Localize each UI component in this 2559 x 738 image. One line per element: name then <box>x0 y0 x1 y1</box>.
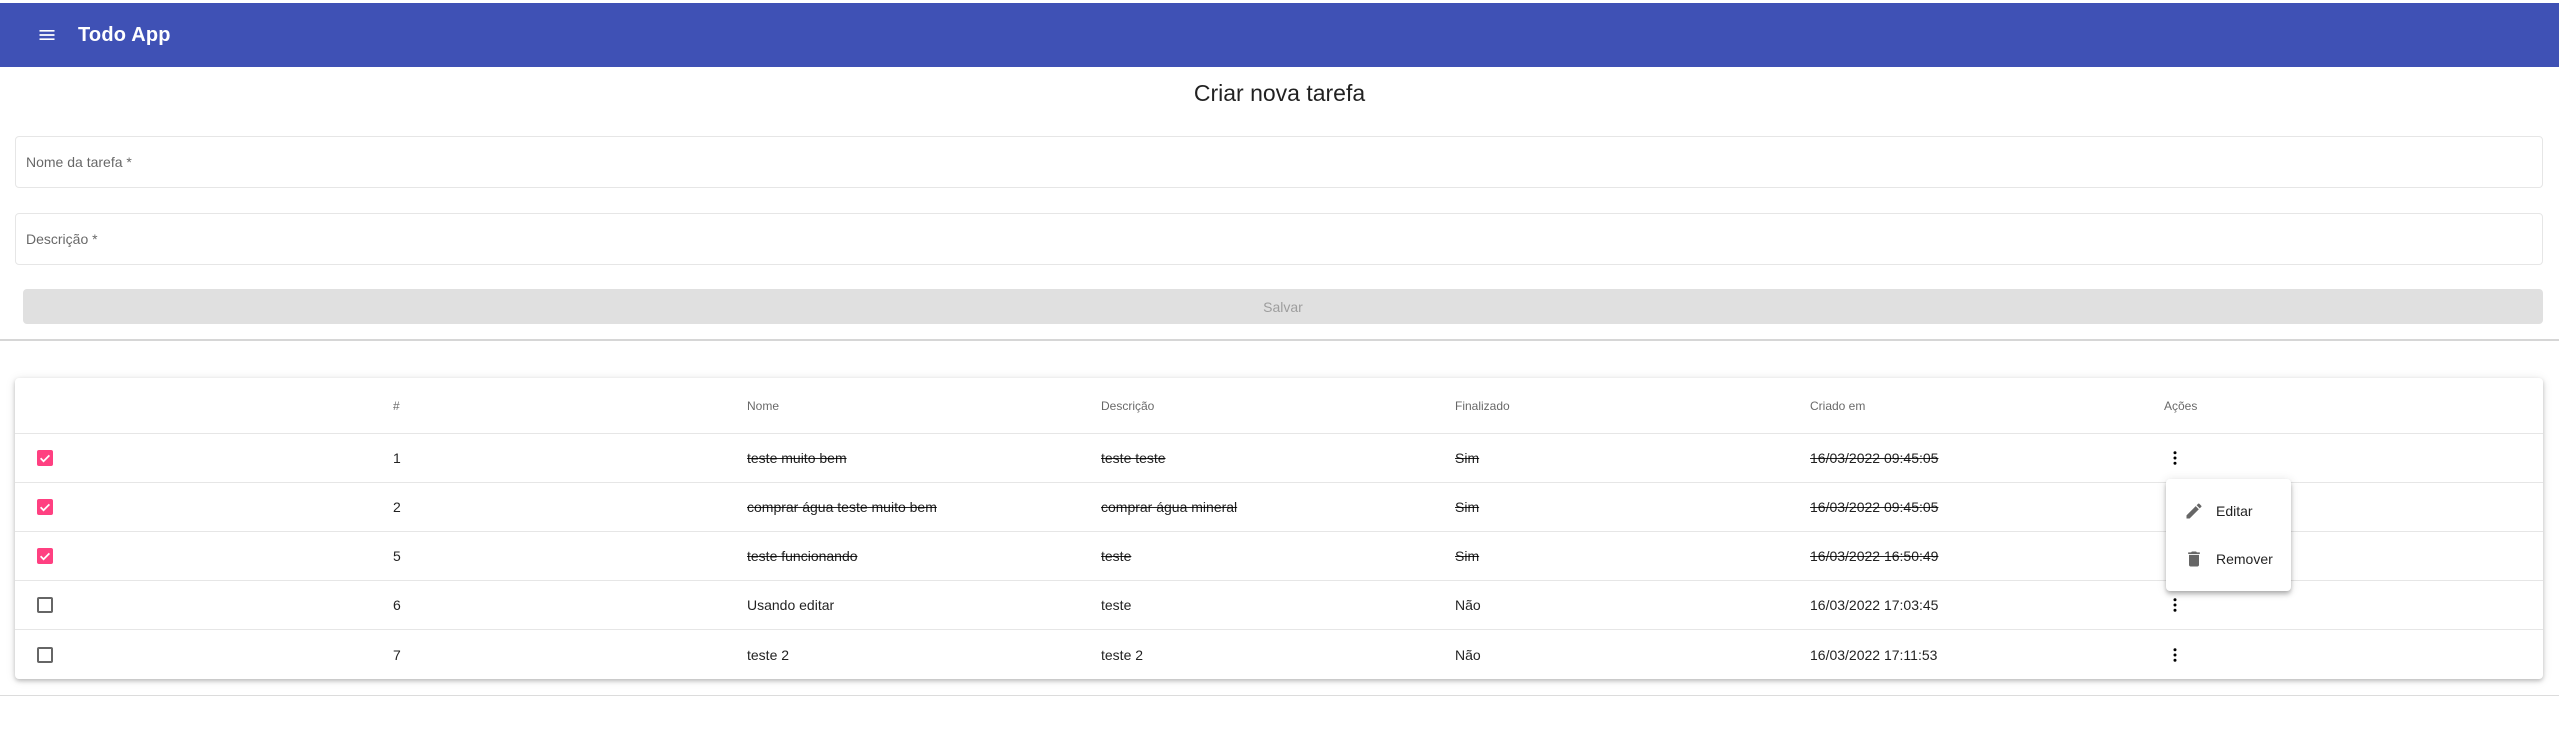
checkbox-checked-icon <box>37 548 53 564</box>
table-row: 7 teste 2 teste 2 Não 16/03/2022 17:11:5… <box>15 630 2543 679</box>
save-button[interactable]: Salvar <box>23 289 2543 324</box>
row-checkbox[interactable] <box>37 597 53 613</box>
description-field[interactable] <box>15 213 2543 265</box>
row-name: Usando editar <box>747 597 835 613</box>
form-title: Criar nova tarefa <box>1193 80 1366 106</box>
app-toolbar: Todo App <box>0 3 2559 67</box>
more-vert-icon[interactable] <box>2160 640 2190 670</box>
row-created: 16/03/2022 16:50:49 <box>1810 548 1939 564</box>
row-number: 1 <box>393 450 401 466</box>
row-number: 2 <box>393 499 401 515</box>
row-actions <box>2164 640 2190 670</box>
row-name: teste 2 <box>747 646 790 663</box>
row-description: teste 2 <box>1101 646 1144 663</box>
row-name: teste muito bem <box>747 450 847 466</box>
row-actions <box>2164 443 2190 473</box>
header-name: Nome <box>747 398 780 413</box>
row-finished: Sim <box>1455 499 1480 515</box>
delete-icon <box>2182 547 2206 571</box>
header-description: Descrição <box>1101 398 1155 413</box>
edit-icon <box>2182 499 2206 523</box>
header-actions: Ações <box>2164 398 2198 413</box>
divider <box>0 339 2559 341</box>
row-checkbox[interactable] <box>37 499 53 515</box>
row-finished: Não <box>1455 646 1481 663</box>
checkbox-checked-icon <box>37 499 53 515</box>
task-name-input[interactable] <box>16 137 2542 187</box>
row-description: comprar água mineral <box>1101 499 1238 515</box>
table-row: 6 Usando editar teste Não 16/03/2022 17:… <box>15 581 2543 630</box>
row-created: 16/03/2022 09:45:05 <box>1810 499 1939 515</box>
row-name: teste funcionando <box>747 548 858 564</box>
checkbox-unchecked-icon <box>37 597 53 613</box>
description-input[interactable] <box>16 214 2542 264</box>
row-description: teste teste <box>1101 450 1166 466</box>
row-finished: Sim <box>1455 450 1480 466</box>
row-description: teste <box>1101 597 1132 613</box>
edit-menu-item[interactable]: Editar <box>2166 487 2291 535</box>
task-name-field[interactable] <box>15 136 2543 188</box>
remove-menu-item[interactable]: Remover <box>2166 535 2291 583</box>
app-title: Todo App <box>78 23 171 46</box>
row-name: comprar água teste muito bem <box>747 499 937 515</box>
row-finished: Não <box>1455 597 1481 613</box>
more-vert-icon[interactable] <box>2160 443 2190 473</box>
header-finished: Finalizado <box>1455 398 1510 413</box>
more-vert-icon[interactable] <box>2160 590 2190 620</box>
table-row: 5 teste funcionando teste Sim 16/03/2022… <box>15 532 2543 581</box>
row-actions <box>2164 590 2190 620</box>
checkbox-unchecked-icon <box>37 646 53 663</box>
row-finished: Sim <box>1455 548 1480 564</box>
row-checkbox[interactable] <box>37 450 53 466</box>
row-created: 16/03/2022 17:11:53 <box>1810 646 1938 663</box>
tasks-table: # Nome Descrição Finalizado Criado em Aç… <box>15 378 2543 679</box>
row-created: 16/03/2022 09:45:05 <box>1810 450 1939 466</box>
table-row: 2 comprar água teste muito bem comprar á… <box>15 483 2543 532</box>
remove-label: Remover <box>2216 551 2273 567</box>
row-number: 7 <box>393 646 401 663</box>
row-number: 5 <box>393 548 401 564</box>
header-number: # <box>393 398 400 413</box>
divider <box>0 695 2559 696</box>
row-number: 6 <box>393 597 401 613</box>
row-description: teste <box>1101 548 1132 564</box>
menu-icon[interactable] <box>27 15 67 55</box>
row-checkbox[interactable] <box>37 548 53 564</box>
row-checkbox[interactable] <box>37 646 53 663</box>
row-created: 16/03/2022 17:03:45 <box>1810 597 1939 613</box>
actions-menu: Editar Remover <box>2166 479 2291 591</box>
header-created: Criado em <box>1810 398 1866 413</box>
checkbox-checked-icon <box>37 450 53 466</box>
edit-label: Editar <box>2216 503 2253 519</box>
table-row: 1 teste muito bem teste teste Sim 16/03/… <box>15 434 2543 483</box>
table-header-row: # Nome Descrição Finalizado Criado em Aç… <box>15 378 2543 434</box>
